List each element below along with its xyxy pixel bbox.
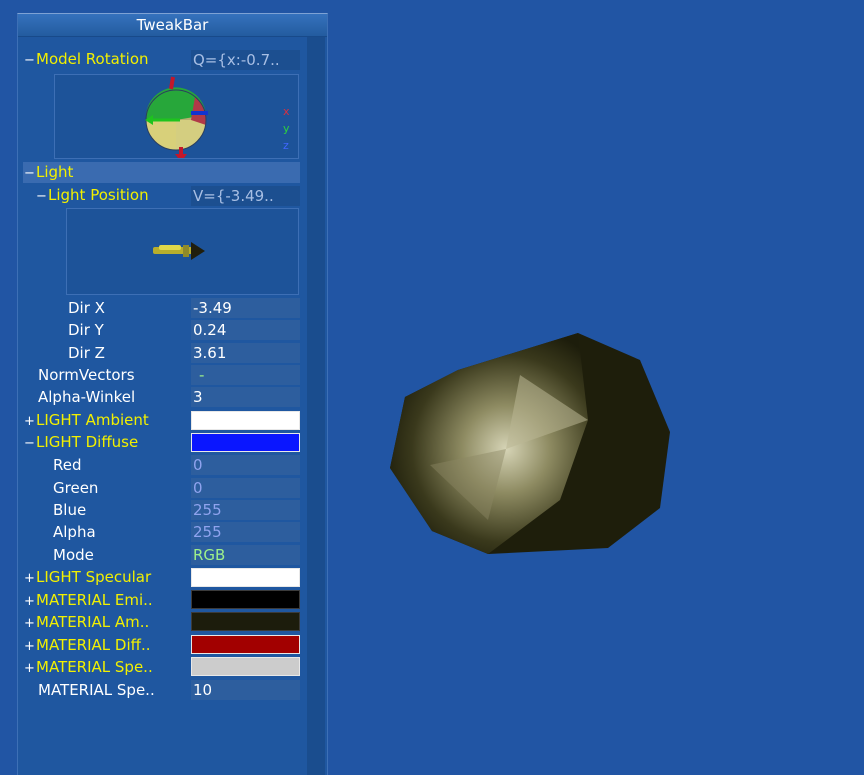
model-rotation-value: Q={x:-0.7..: [191, 50, 300, 70]
shaded-rock-model: [390, 333, 670, 554]
collapse-toggle[interactable]: −: [23, 433, 36, 454]
light-label: Light: [36, 163, 74, 181]
light-ambient-label: LIGHT Ambient: [36, 411, 149, 429]
row-dir-y: Dir Y: [68, 320, 104, 341]
row-blue: Blue: [53, 500, 86, 521]
light-diffuse-label: LIGHT Diffuse: [36, 433, 139, 451]
light-specular-color-swatch[interactable]: [191, 568, 300, 587]
expand-toggle[interactable]: +: [23, 568, 36, 589]
blue-input[interactable]: 255: [191, 500, 300, 520]
green-label: Green: [53, 479, 99, 497]
norm-vectors-toggle[interactable]: -: [191, 365, 300, 385]
red-input[interactable]: 0: [191, 455, 300, 475]
row-dir-z: Dir Z: [68, 343, 105, 364]
dir-y-input[interactable]: 0.24: [191, 320, 300, 340]
green-input[interactable]: 0: [191, 478, 300, 498]
row-light-diffuse[interactable]: −LIGHT Diffuse: [23, 432, 138, 453]
material-specular-color-swatch[interactable]: [191, 657, 300, 676]
mode-toggle[interactable]: RGB: [191, 545, 300, 565]
material-shininess-label: MATERIAL Spe..: [38, 681, 155, 699]
row-model-rotation[interactable]: −Model Rotation: [23, 49, 149, 70]
dir-z-input[interactable]: 3.61: [191, 343, 300, 363]
row-material-diffuse[interactable]: +MATERIAL Diff..: [23, 635, 151, 657]
light-diffuse-color-swatch[interactable]: [191, 433, 300, 452]
dir-z-label: Dir Z: [68, 344, 105, 362]
material-emission-color-swatch[interactable]: [191, 590, 300, 609]
row-light-ambient[interactable]: +LIGHT Ambient: [23, 410, 149, 431]
material-diffuse-color-swatch[interactable]: [191, 635, 300, 654]
material-emission-label: MATERIAL Emi..: [36, 591, 153, 609]
alpha-winkel-input[interactable]: 3: [191, 387, 300, 407]
collapse-toggle[interactable]: −: [23, 50, 36, 71]
z-axis-label: z: [283, 139, 289, 152]
light-specular-label: LIGHT Specular: [36, 568, 152, 586]
direction-widget[interactable]: [66, 208, 299, 295]
red-label: Red: [53, 456, 82, 474]
row-material-ambient[interactable]: +MATERIAL Am..: [23, 612, 149, 633]
expand-toggle[interactable]: +: [23, 658, 36, 679]
row-material-shininess: MATERIAL Spe..: [38, 680, 155, 701]
expand-toggle[interactable]: +: [23, 411, 36, 432]
dir-y-label: Dir Y: [68, 321, 104, 339]
row-alpha-winkel: Alpha-Winkel: [38, 387, 135, 408]
row-red: Red: [53, 455, 82, 476]
tweakbar-title[interactable]: TweakBar: [18, 14, 327, 37]
material-ambient-color-swatch[interactable]: [191, 612, 300, 631]
row-material-specular[interactable]: +MATERIAL Spe..: [23, 657, 153, 678]
mode-label: Mode: [53, 546, 94, 564]
alpha-label: Alpha: [53, 523, 96, 541]
alpha-input[interactable]: 255: [191, 522, 300, 542]
y-axis-label: y: [283, 122, 290, 135]
expand-toggle[interactable]: +: [23, 613, 36, 634]
rotation-widget[interactable]: x y z: [54, 74, 299, 162]
light-ambient-color-swatch[interactable]: [191, 411, 300, 430]
row-norm-vectors: NormVectors: [38, 365, 135, 386]
model-rotation-label: Model Rotation: [36, 50, 149, 68]
row-light-group[interactable]: −Light: [23, 162, 300, 183]
tweakbar-scrollbar[interactable]: [307, 37, 325, 775]
material-diffuse-label: MATERIAL Diff..: [36, 636, 151, 654]
material-specular-label: MATERIAL Spe..: [36, 658, 153, 676]
norm-vectors-label: NormVectors: [38, 366, 135, 384]
direction-arrow-icon: [153, 242, 205, 260]
row-light-position[interactable]: −Light Position: [35, 185, 149, 206]
expand-toggle[interactable]: +: [23, 636, 36, 657]
x-axis-label: x: [283, 105, 290, 118]
collapse-toggle[interactable]: −: [35, 186, 48, 207]
collapse-toggle[interactable]: −: [23, 163, 36, 184]
alpha-winkel-label: Alpha-Winkel: [38, 388, 136, 406]
expand-toggle[interactable]: +: [23, 591, 36, 612]
row-green: Green: [53, 478, 98, 499]
dir-x-label: Dir X: [68, 299, 105, 317]
dir-x-input[interactable]: -3.49: [191, 298, 300, 318]
row-material-emission[interactable]: +MATERIAL Emi..: [23, 590, 153, 611]
row-alpha: Alpha: [53, 522, 96, 543]
light-position-label: Light Position: [48, 186, 149, 204]
row-mode: Mode: [53, 545, 94, 566]
blue-label: Blue: [53, 501, 87, 519]
material-ambient-label: MATERIAL Am..: [36, 613, 150, 631]
row-light-specular[interactable]: +LIGHT Specular: [23, 567, 151, 588]
material-shininess-input[interactable]: 10: [191, 680, 300, 700]
tweakbar-panel[interactable]: TweakBar −Model Rotation Q={x:-0.7.. x y…: [17, 13, 328, 775]
row-dir-x: Dir X: [68, 298, 105, 319]
light-position-value: V={-3.49..: [191, 186, 300, 206]
